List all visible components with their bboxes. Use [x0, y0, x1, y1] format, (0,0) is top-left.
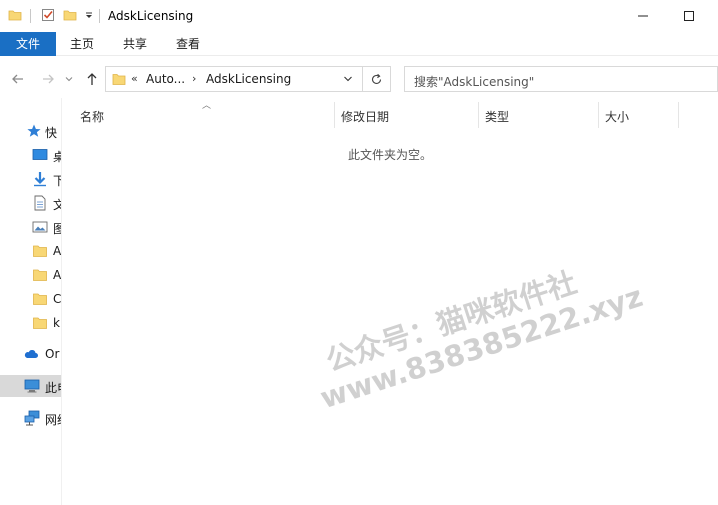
navigation-pane: 快 桌 下 文 图 A [0, 98, 62, 505]
nav-item-folder-k[interactable]: k [0, 312, 61, 334]
nav-item-label: C [53, 292, 62, 306]
column-header-size[interactable]: 大小 [599, 102, 679, 128]
maximize-button[interactable] [666, 0, 712, 32]
folder-icon[interactable] [8, 8, 22, 22]
tab-share[interactable]: 共享 [115, 32, 155, 56]
folder-icon [33, 245, 47, 257]
nav-item-label: A [53, 244, 62, 258]
new-folder-icon[interactable] [63, 8, 77, 22]
chevron-right-icon[interactable]: › [192, 72, 196, 85]
star-icon [27, 124, 41, 137]
column-header-date-modified[interactable]: 修改日期 [335, 102, 479, 128]
column-header-type[interactable]: 类型 [479, 102, 599, 128]
nav-item-downloads[interactable]: 下 [0, 168, 61, 190]
nav-item-folder-c[interactable]: C [0, 288, 62, 310]
properties-icon[interactable] [41, 8, 55, 22]
chevron-down-icon [65, 77, 73, 82]
minimize-button[interactable] [620, 0, 666, 32]
forward-button[interactable] [40, 70, 56, 88]
nav-item-label: 网络 [45, 413, 61, 427]
document-icon [34, 195, 46, 211]
breadcrumb-item-current[interactable]: AdskLicensing [206, 72, 291, 86]
address-dropdown-button[interactable] [340, 71, 356, 87]
back-button[interactable] [10, 70, 26, 88]
nav-item-label: 文 [53, 196, 61, 213]
nav-item-label: 图 [53, 220, 61, 237]
nav-item-network[interactable]: 网络 [0, 407, 61, 429]
nav-item-label: A [53, 268, 62, 282]
folder-icon [33, 293, 47, 305]
minimize-icon [638, 15, 648, 17]
column-header-name[interactable]: 名称 [74, 102, 335, 128]
refresh-button[interactable] [363, 66, 391, 92]
maximize-icon [684, 11, 694, 21]
breadcrumb-item[interactable]: Auto... [146, 72, 185, 86]
ribbon-tabs: 文件 主页 共享 查看 [0, 32, 718, 56]
cloud-icon [24, 350, 38, 358]
refresh-icon [371, 73, 382, 84]
nav-item-onedrive[interactable]: Or [0, 343, 61, 365]
customize-toolbar-icon[interactable] [84, 8, 94, 22]
folder-icon [33, 269, 47, 281]
nav-item-documents[interactable]: 文 [0, 192, 61, 214]
up-button[interactable] [84, 70, 100, 88]
title-bar: AdskLicensing [0, 0, 718, 32]
recent-locations-button[interactable] [64, 70, 74, 88]
network-icon [24, 410, 40, 426]
search-box[interactable]: 搜索"AdskLicensing" [404, 66, 718, 92]
nav-item-this-pc[interactable]: 此电 [0, 375, 61, 397]
toolbar-separator [99, 9, 100, 23]
back-arrow-icon [12, 74, 23, 84]
window-title: AdskLicensing [108, 9, 194, 23]
tab-home[interactable]: 主页 [62, 32, 102, 56]
toolbar-separator [30, 9, 31, 23]
tab-file[interactable]: 文件 [0, 32, 56, 56]
picture-icon [32, 221, 48, 233]
nav-item-label: Or [45, 347, 60, 361]
nav-item-label: 此电 [45, 381, 61, 395]
nav-item-label: 快 [45, 126, 58, 140]
nav-item-label: 下 [53, 172, 61, 189]
nav-item-desktop[interactable]: 桌 [0, 144, 61, 166]
folder-icon [112, 74, 126, 85]
desktop-icon [32, 149, 48, 160]
chevron-down-icon [344, 76, 352, 82]
empty-folder-message: 此文件夹为空。 [347, 148, 432, 162]
forward-arrow-icon [43, 74, 54, 84]
nav-item-folder-a2[interactable]: A [0, 264, 62, 286]
address-row: « Auto... › AdskLicensing 搜索"AdskLicensi… [0, 60, 718, 98]
up-arrow-icon [87, 73, 97, 85]
nav-item-pictures[interactable]: 图 [0, 216, 61, 238]
breadcrumb-overflow[interactable]: « [131, 72, 138, 85]
nav-item-label: k [53, 316, 60, 330]
tab-view[interactable]: 查看 [168, 32, 208, 56]
nav-item-quick-access[interactable]: 快 [0, 120, 61, 142]
search-placeholder: 搜索"AdskLicensing" [414, 75, 535, 89]
file-list[interactable]: ︿ 名称 修改日期 类型 大小 此文件夹为空。 [62, 98, 718, 505]
address-bar[interactable]: « Auto... › AdskLicensing [105, 66, 363, 92]
nav-item-label: 桌 [53, 148, 61, 165]
folder-icon [33, 317, 47, 329]
computer-icon [24, 379, 40, 393]
download-icon [34, 172, 46, 187]
nav-item-folder-a1[interactable]: A [0, 240, 62, 262]
